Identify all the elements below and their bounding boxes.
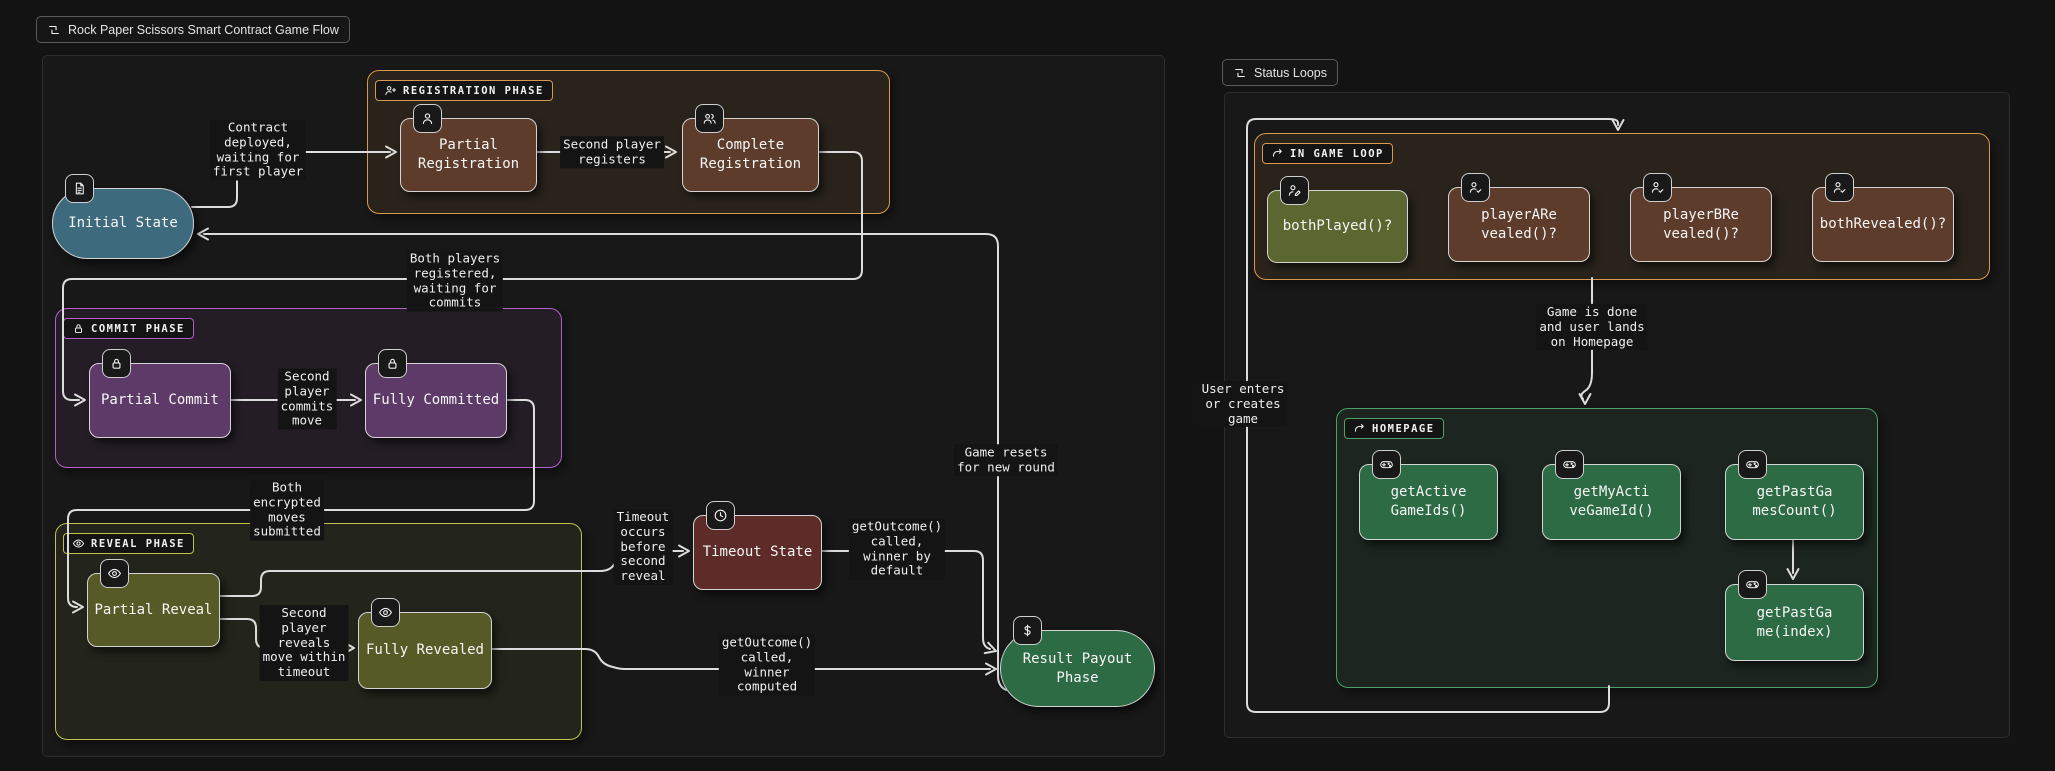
node-label: getPastGa me(index) [1757, 604, 1833, 642]
node-label: getPastGa mesCount() [1752, 483, 1836, 521]
edge-label-contract-deployed[interactable]: Contract deployed, waiting for first pla… [210, 120, 306, 181]
lock-icon [72, 322, 85, 335]
users-icon [702, 111, 717, 126]
group-label: COMMIT PHASE [91, 323, 185, 335]
redo-icon [1271, 147, 1284, 160]
user-check-icon [1832, 180, 1847, 195]
node-label: Fully Revealed [366, 641, 484, 660]
user-check-icon [1468, 180, 1483, 195]
node-badge-partial-registration [413, 104, 442, 133]
node-badge-playerb-revealed [1643, 173, 1672, 202]
node-label: Timeout State [703, 543, 813, 562]
node-badge-both-revealed [1825, 173, 1854, 202]
group-label-chip-commit-phase[interactable]: COMMIT PHASE [63, 318, 194, 339]
node-label: Result Payout Phase [1023, 650, 1133, 688]
node-badge-bothplayed [1280, 176, 1309, 205]
lock-icon [385, 356, 400, 371]
edge-label-both-players-registered[interactable]: Both players registered, waiting for com… [407, 251, 503, 312]
edge-label-game-resets[interactable]: Game resets for new round [954, 444, 1058, 476]
redo-icon [1353, 422, 1366, 435]
node-badge-fully-revealed [371, 598, 400, 627]
node-badge-result-payout-phase [1013, 616, 1042, 645]
node-badge-getpastgame [1738, 570, 1767, 599]
group-label: HOMEPAGE [1372, 423, 1435, 435]
node-label: playerARe vealed()? [1481, 206, 1557, 244]
eye-icon [378, 605, 393, 620]
node-label: Initial State [68, 214, 178, 233]
edge-label-user-enters[interactable]: User enters or creates game [1199, 381, 1288, 427]
frame-title-chip-game-flow[interactable]: Rock Paper Scissors Smart Contract Game … [36, 16, 350, 43]
node-badge-getmyactivegameid [1555, 450, 1584, 479]
group-label: IN GAME LOOP [1290, 148, 1384, 160]
edge-label-getoutcome-winner-computed[interactable]: getOutcome() called, winner computed [719, 635, 815, 696]
frame-title: Status Loops [1254, 66, 1327, 80]
group-label-chip-reveal-phase[interactable]: REVEAL PHASE [63, 533, 194, 554]
file-icon [72, 181, 87, 196]
user-plus-icon [384, 84, 397, 97]
diagram-canvas[interactable]: Rock Paper Scissors Smart Contract Game … [0, 0, 2055, 771]
node-badge-playera-revealed [1461, 173, 1490, 202]
node-badge-partial-reveal [100, 559, 129, 588]
group-label-chip-registration-phase[interactable]: REGISTRATION PHASE [375, 80, 553, 101]
node-label: bothPlayed()? [1283, 217, 1393, 236]
edge-label-both-encrypted-moves[interactable]: Both encrypted moves submitted [250, 480, 324, 541]
group-label: REGISTRATION PHASE [403, 85, 544, 97]
node-badge-partial-commit [102, 349, 131, 378]
group-label-chip-in-game-loop[interactable]: IN GAME LOOP [1262, 143, 1393, 164]
edge-label-getoutcome-winner-default[interactable]: getOutcome() called, winner by default [849, 519, 945, 580]
lock-icon [109, 356, 124, 371]
edge-label-second-player-commits[interactable]: Second player commits move [278, 369, 337, 430]
node-label: getMyActi veGameId() [1569, 483, 1653, 521]
group-label-chip-homepage[interactable]: HOMEPAGE [1344, 418, 1444, 439]
user-edit-icon [1287, 183, 1302, 198]
dollar-icon [1020, 623, 1035, 638]
edge-label-second-player-registers[interactable]: Second player registers [560, 136, 664, 168]
node-badge-getactivegameids [1372, 450, 1401, 479]
node-label: Partial Commit [101, 391, 219, 410]
clock-icon [713, 508, 728, 523]
user-icon [420, 111, 435, 126]
frame-title-chip-status-loops[interactable]: Status Loops [1222, 59, 1338, 86]
node-label: Partial Registration [418, 136, 519, 174]
gamepad-icon [1379, 457, 1394, 472]
edge-label-timeout-occurs[interactable]: Timeout occurs before second reveal [614, 509, 673, 585]
eye-icon [72, 537, 85, 550]
node-label: playerBRe vealed()? [1663, 206, 1739, 244]
node-label: bothRevealed()? [1820, 215, 1946, 234]
frame-icon [1233, 66, 1247, 80]
gamepad-icon [1745, 577, 1760, 592]
gamepad-icon [1562, 457, 1577, 472]
node-badge-fully-committed [378, 349, 407, 378]
node-badge-timeout-state [706, 501, 735, 530]
node-badge-getpastgamescount [1738, 450, 1767, 479]
node-label: Complete Registration [700, 136, 801, 174]
group-label: REVEAL PHASE [91, 538, 185, 550]
edge-label-second-player-reveals[interactable]: Second player reveals move within timeou… [260, 605, 349, 681]
eye-icon [107, 566, 122, 581]
node-label: getActive GameIds() [1391, 483, 1467, 521]
frame-icon [47, 23, 61, 37]
user-check-icon [1650, 180, 1665, 195]
gamepad-icon [1745, 457, 1760, 472]
node-label: Fully Committed [373, 391, 499, 410]
frame-title: Rock Paper Scissors Smart Contract Game … [68, 23, 339, 37]
edge-label-game-is-done[interactable]: Game is done and user lands on Homepage [1536, 304, 1647, 350]
node-badge-complete-registration [695, 104, 724, 133]
node-badge-initial-state [65, 174, 94, 203]
node-label: Partial Reveal [94, 601, 212, 620]
